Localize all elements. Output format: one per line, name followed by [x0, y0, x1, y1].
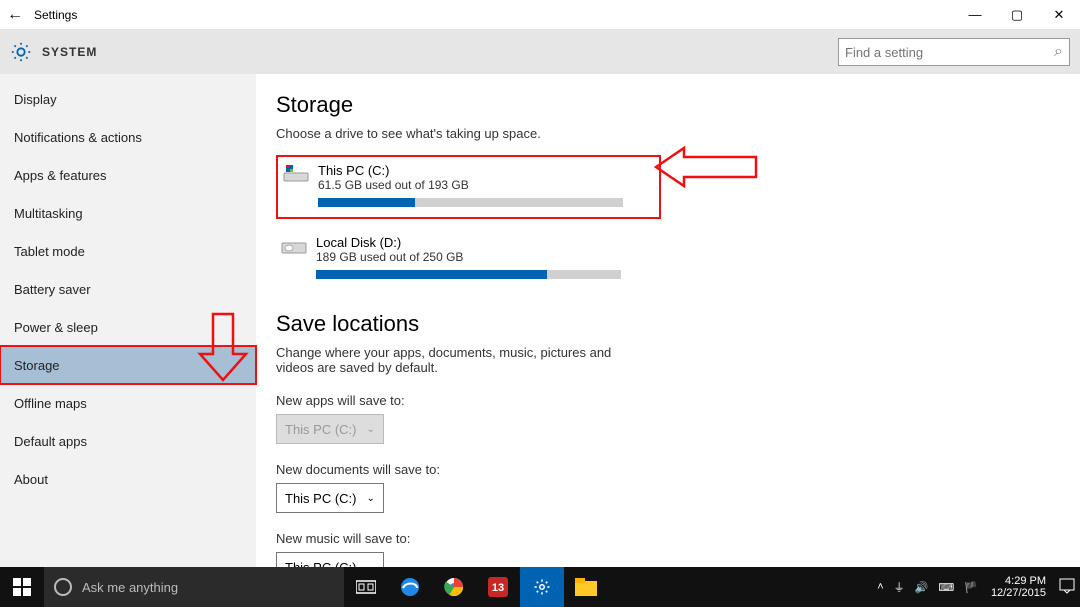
sidebar-item-tablet-mode[interactable]: Tablet mode	[0, 232, 256, 270]
drive-usage: 61.5 GB used out of 193 GB	[318, 178, 469, 192]
taskbar: Ask me anything 13 ˄ ⏚ 🔊 ⌨ 🏴 4:29 PM 12/…	[0, 567, 1080, 607]
titlebar: ← Settings — ▢ ✕	[0, 0, 1080, 30]
header-bar: SYSTEM ⌕	[0, 30, 1080, 74]
save-locations-subheading: Change where your apps, documents, music…	[276, 345, 636, 375]
drive-name: This PC (C:)	[318, 163, 469, 178]
chevron-down-icon: ⌄	[367, 493, 375, 504]
save-location-label: New documents will save to:	[276, 462, 1064, 477]
sidebar-item-multitasking[interactable]: Multitasking	[0, 194, 256, 232]
drive-bar	[316, 270, 621, 279]
tray-network-icon[interactable]: ⏚	[889, 579, 910, 595]
save-location-label: New music will save to:	[276, 531, 1064, 546]
drive-icon	[280, 235, 308, 257]
drive-row[interactable]: This PC (C:)61.5 GB used out of 193 GB	[276, 155, 661, 219]
chevron-down-icon: ⌄	[367, 424, 375, 435]
cortana-placeholder: Ask me anything	[82, 580, 178, 595]
svg-text:13: 13	[492, 582, 504, 594]
select-value: This PC (C:)	[285, 422, 357, 437]
sidebar-item-notifications-actions[interactable]: Notifications & actions	[0, 118, 256, 156]
chevron-down-icon: ⌄	[367, 562, 375, 568]
save-locations-heading: Save locations	[276, 311, 1064, 337]
sidebar-item-power-sleep[interactable]: Power & sleep	[0, 308, 256, 346]
select-value: This PC (C:)	[285, 491, 357, 506]
sidebar-item-about[interactable]: About	[0, 460, 256, 498]
taskbar-app-chrome[interactable]	[432, 567, 476, 607]
drive-bar	[318, 198, 623, 207]
sidebar-item-display[interactable]: Display	[0, 80, 256, 118]
taskbar-date: 12/27/2015	[991, 587, 1046, 599]
window-title: Settings	[30, 8, 77, 22]
taskbar-app-explorer[interactable]	[564, 567, 608, 607]
storage-subheading: Choose a drive to see what's taking up s…	[276, 126, 1064, 141]
sidebar-item-battery-saver[interactable]: Battery saver	[0, 270, 256, 308]
search-icon: ⌕	[1054, 43, 1063, 61]
settings-search[interactable]: ⌕	[838, 38, 1070, 66]
cortana-icon	[54, 578, 72, 596]
taskview-button[interactable]	[344, 567, 388, 607]
select-value: This PC (C:)	[285, 560, 357, 568]
close-button[interactable]: ✕	[1038, 0, 1080, 30]
maximize-button[interactable]: ▢	[996, 0, 1038, 30]
sidebar-item-offline-maps[interactable]: Offline maps	[0, 384, 256, 422]
drive-name: Local Disk (D:)	[316, 235, 463, 250]
taskbar-app-edge[interactable]	[388, 567, 432, 607]
save-location-select[interactable]: This PC (C:) ⌄	[276, 483, 384, 513]
tray-volume-icon[interactable]: 🔊	[910, 581, 934, 594]
back-button[interactable]: ←	[0, 6, 30, 24]
cortana-search[interactable]: Ask me anything	[44, 567, 344, 607]
drive-icon	[282, 163, 310, 185]
main-content: Storage Choose a drive to see what's tak…	[256, 74, 1080, 567]
sidebar-item-default-apps[interactable]: Default apps	[0, 422, 256, 460]
taskbar-app-mcafee[interactable]: 13	[476, 567, 520, 607]
gear-icon	[10, 41, 32, 63]
save-location-select[interactable]: This PC (C:) ⌄	[276, 552, 384, 567]
drive-row[interactable]: Local Disk (D:)189 GB used out of 250 GB	[276, 229, 661, 289]
system-tray: ˄ ⏚ 🔊 ⌨ 🏴 4:29 PM 12/27/2015	[872, 575, 1080, 599]
sidebar-item-apps-features[interactable]: Apps & features	[0, 156, 256, 194]
sidebar-item-storage[interactable]: Storage	[0, 346, 256, 384]
search-input[interactable]	[845, 45, 1054, 60]
taskbar-app-settings[interactable]	[520, 567, 564, 607]
save-location-select: This PC (C:) ⌄	[276, 414, 384, 444]
tray-up-icon[interactable]: ˄	[872, 581, 888, 593]
tray-keyboard-icon[interactable]: ⌨	[933, 581, 959, 594]
drive-usage: 189 GB used out of 250 GB	[316, 250, 463, 264]
sidebar: DisplayNotifications & actionsApps & fea…	[0, 74, 256, 567]
storage-heading: Storage	[276, 92, 1064, 118]
breadcrumb: SYSTEM	[42, 45, 97, 59]
save-location-label: New apps will save to:	[276, 393, 1064, 408]
minimize-button[interactable]: —	[954, 0, 996, 30]
taskbar-time: 4:29 PM	[991, 575, 1046, 587]
taskbar-clock[interactable]: 4:29 PM 12/27/2015	[983, 575, 1054, 599]
action-center-button[interactable]	[1054, 578, 1080, 597]
start-button[interactable]	[0, 567, 44, 607]
tray-flag-icon[interactable]: 🏴	[959, 581, 983, 594]
